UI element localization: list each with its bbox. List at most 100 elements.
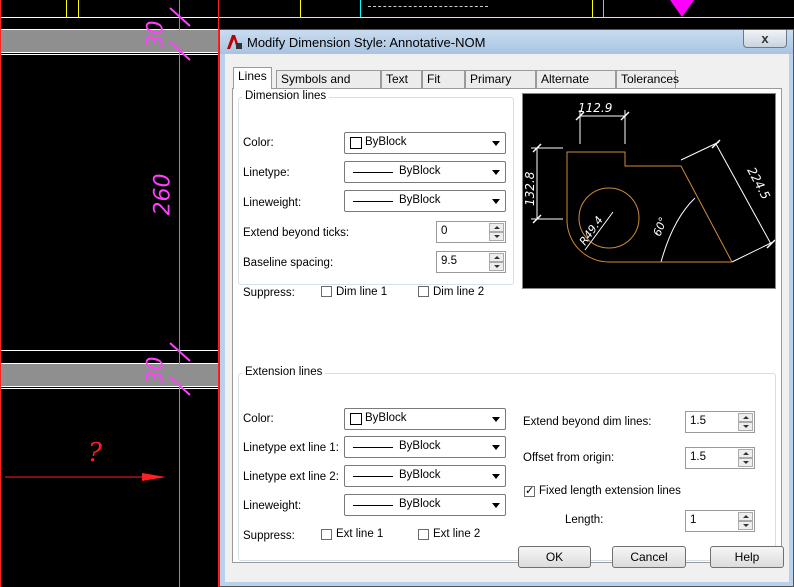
title-bar[interactable]: Modify Dimension Style: Annotative-NOM x bbox=[220, 30, 793, 54]
ext-line-2-checkbox[interactable] bbox=[418, 529, 429, 540]
lineweight-sample bbox=[353, 505, 393, 506]
ext-color-value: ByBlock bbox=[365, 412, 407, 424]
cad-tick bbox=[169, 376, 191, 396]
baseline-spacing-label: Baseline spacing: bbox=[243, 257, 334, 269]
tab-tolerances[interactable]: Tolerances bbox=[616, 70, 679, 88]
extend-beyond-dim-lines-spinner[interactable]: 1.5 bbox=[685, 411, 755, 433]
close-button[interactable]: x bbox=[743, 30, 787, 48]
spin-down-icon[interactable] bbox=[738, 521, 753, 530]
cad-dim-text: 260 bbox=[150, 173, 176, 216]
cad-question-text: ? bbox=[88, 438, 102, 468]
offset-from-origin-spinner[interactable]: 1.5 bbox=[685, 447, 755, 469]
dim-suppress-label: Suppress: bbox=[243, 287, 295, 299]
dim-lineweight-combo[interactable]: ByBlock bbox=[344, 190, 506, 212]
extend-beyond-dim-lines-value: 1.5 bbox=[690, 415, 706, 427]
cad-svg bbox=[5, 7, 191, 481]
spin-up-icon[interactable] bbox=[489, 253, 504, 262]
dim-color-label: Color: bbox=[243, 137, 274, 149]
dim-linetype-value: ByBlock bbox=[399, 165, 441, 177]
ext-lineweight-combo[interactable]: ByBlock bbox=[344, 494, 506, 516]
length-spinner[interactable]: 1 bbox=[685, 510, 755, 532]
ok-button[interactable]: OK bbox=[518, 546, 591, 568]
linetype-ext-line-2-label: Linetype ext line 2: bbox=[243, 471, 339, 483]
extend-beyond-ticks-label: Extend beyond ticks: bbox=[243, 227, 350, 239]
cad-dim-text: 30 bbox=[143, 356, 169, 385]
dim-line-1-checkbox[interactable] bbox=[321, 286, 332, 297]
preview-dim-angle: 60° bbox=[651, 215, 670, 238]
dim-line-2-label[interactable]: Dim line 2 bbox=[433, 286, 484, 298]
spin-down-icon[interactable] bbox=[489, 232, 504, 241]
linetype-sample bbox=[353, 476, 393, 477]
dim-color-combo[interactable]: ByBlock bbox=[344, 132, 506, 154]
baseline-spacing-value: 9.5 bbox=[441, 255, 457, 267]
linetype-ext-line-2-value: ByBlock bbox=[399, 469, 441, 481]
cad-dim-text: 30 bbox=[143, 20, 169, 49]
dropdown-arrow-icon bbox=[492, 141, 500, 146]
cad-line bbox=[603, 0, 604, 17]
cad-tick bbox=[169, 41, 191, 61]
fixed-length-checkbox[interactable] bbox=[524, 484, 535, 497]
cad-marker bbox=[670, 0, 694, 17]
preview-dim-height: 132.8 bbox=[523, 171, 537, 206]
tab-fit[interactable]: Fit bbox=[422, 70, 465, 88]
linetype-ext-line-2-combo[interactable]: ByBlock bbox=[344, 465, 506, 487]
cad-line bbox=[219, 17, 794, 18]
ext-line-1-label[interactable]: Ext line 1 bbox=[336, 528, 383, 540]
linetype-ext-line-1-value: ByBlock bbox=[399, 440, 441, 452]
offset-from-origin-value: 1.5 bbox=[690, 451, 706, 463]
cad-line bbox=[368, 6, 488, 8]
extension-lines-title: Extension lines bbox=[242, 366, 326, 378]
ext-color-combo[interactable]: ByBlock bbox=[344, 408, 506, 430]
close-icon: x bbox=[761, 31, 769, 46]
tab-alternate-units[interactable]: Alternate Units bbox=[536, 70, 616, 103]
linetype-ext-line-1-label: Linetype ext line 1: bbox=[243, 442, 339, 454]
length-label: Length: bbox=[565, 514, 604, 526]
ext-line-2-label[interactable]: Ext line 2 bbox=[433, 528, 480, 540]
fixed-length-label[interactable]: Fixed length extension lines bbox=[539, 485, 681, 497]
baseline-spacing-spinner[interactable]: 9.5 bbox=[436, 251, 506, 273]
cad-tick bbox=[169, 7, 191, 27]
lineweight-sample bbox=[353, 201, 393, 202]
lines-tab-page: Dimension lines Color: ByBlock Linetype:… bbox=[232, 88, 782, 563]
dim-line-1-label[interactable]: Dim line 1 bbox=[336, 286, 387, 298]
dim-line-2-checkbox[interactable] bbox=[418, 286, 429, 297]
dialog-title: Modify Dimension Style: Annotative-NOM bbox=[247, 35, 486, 50]
ext-suppress-label: Suppress: bbox=[243, 530, 295, 542]
length-value: 1 bbox=[690, 514, 697, 526]
cad-arrow-head bbox=[142, 473, 166, 481]
spin-up-icon[interactable] bbox=[738, 449, 753, 458]
dimension-preview: 112.9 132.8 224.5 R49.4 60° bbox=[522, 93, 776, 289]
preview-svg: 112.9 132.8 224.5 R49.4 60° bbox=[523, 101, 776, 263]
color-swatch bbox=[350, 413, 362, 425]
tab-primary-units[interactable]: Primary Units bbox=[465, 70, 536, 103]
tab-symbols-and-arrows[interactable]: Symbols and Arrows bbox=[276, 70, 381, 103]
dim-linetype-label: Linetype: bbox=[243, 167, 290, 179]
tab-text[interactable]: Text bbox=[381, 70, 422, 88]
dim-linetype-combo[interactable]: ByBlock bbox=[344, 161, 506, 183]
ext-line-1-checkbox[interactable] bbox=[321, 529, 332, 540]
extend-beyond-ticks-value: 0 bbox=[441, 225, 448, 237]
preview-dim-slant: 224.5 bbox=[744, 165, 772, 202]
spin-down-icon[interactable] bbox=[489, 262, 504, 271]
cancel-button[interactable]: Cancel bbox=[612, 546, 686, 568]
spin-down-icon[interactable] bbox=[738, 422, 753, 431]
cad-line bbox=[592, 0, 593, 17]
dropdown-arrow-icon bbox=[492, 170, 500, 175]
linetype-sample bbox=[353, 447, 393, 448]
ext-lineweight-value: ByBlock bbox=[399, 498, 441, 510]
spin-up-icon[interactable] bbox=[738, 413, 753, 422]
tab-lines[interactable]: Lines bbox=[233, 67, 272, 89]
cad-line bbox=[360, 0, 361, 17]
dim-lineweight-label: Lineweight: bbox=[243, 197, 302, 209]
spin-up-icon[interactable] bbox=[738, 512, 753, 521]
linetype-sample bbox=[353, 172, 393, 173]
spin-up-icon[interactable] bbox=[489, 223, 504, 232]
linetype-ext-line-1-combo[interactable]: ByBlock bbox=[344, 436, 506, 458]
help-button[interactable]: Help bbox=[710, 546, 784, 568]
dropdown-arrow-icon bbox=[492, 503, 500, 508]
dropdown-arrow-icon bbox=[492, 445, 500, 450]
extend-beyond-dim-lines-label: Extend beyond dim lines: bbox=[523, 416, 652, 428]
extend-beyond-ticks-spinner[interactable]: 0 bbox=[436, 221, 506, 243]
spin-down-icon[interactable] bbox=[738, 458, 753, 467]
dropdown-arrow-icon bbox=[492, 474, 500, 479]
